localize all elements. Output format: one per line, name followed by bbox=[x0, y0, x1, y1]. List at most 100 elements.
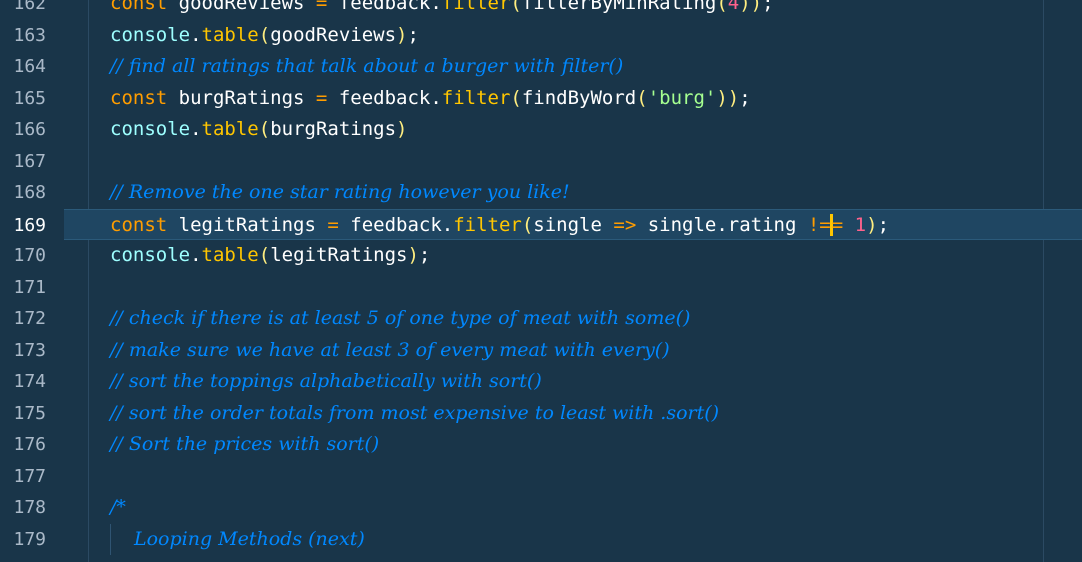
code-line[interactable]: 173 // make sure we have at least 3 of ev… bbox=[0, 335, 1082, 367]
code-line[interactable]: 164 // find all ratings that talk about a… bbox=[0, 51, 1082, 83]
code-text[interactable]: // make sure we have at least 3 of every… bbox=[110, 335, 670, 367]
code-text[interactable]: // Sort the prices with sort() bbox=[110, 429, 379, 461]
block-indent-guide bbox=[110, 523, 111, 555]
code-token: ( bbox=[521, 213, 534, 236]
code-token: filterByMinRating bbox=[521, 0, 717, 14]
code-token: /* bbox=[110, 496, 126, 518]
code-token: ) bbox=[407, 244, 419, 266]
code-token: . bbox=[190, 118, 202, 140]
code-token: ( bbox=[510, 86, 522, 109]
code-token: ( bbox=[258, 118, 271, 140]
code-token: table bbox=[201, 118, 259, 140]
code-token: // make sure we have at least 3 of every… bbox=[110, 338, 670, 361]
code-token: ( bbox=[636, 86, 648, 109]
code-token: const bbox=[110, 0, 168, 14]
line-number: 171 bbox=[13, 276, 46, 298]
code-line[interactable]: 165 const burgRatings = feedback.filter(f… bbox=[0, 83, 1082, 115]
code-line[interactable]: 166 console.table(burgRatings) bbox=[0, 114, 1082, 146]
code-token: . bbox=[190, 23, 202, 46]
line-number: 170 bbox=[13, 245, 46, 266]
code-token: feedback. bbox=[327, 86, 442, 109]
code-line[interactable]: 177 bbox=[0, 461, 1082, 493]
code-token: // Remove the one star rating however yo… bbox=[110, 181, 570, 203]
code-text[interactable]: /* bbox=[110, 492, 126, 524]
code-token: filter bbox=[441, 0, 511, 14]
code-token: ( bbox=[510, 0, 522, 14]
line-number: 165 bbox=[13, 87, 46, 109]
code-text[interactable]: // sort the order totals from most expen… bbox=[110, 398, 719, 430]
code-token: ; bbox=[762, 0, 774, 14]
code-token: // check if there is at least 5 of one t… bbox=[110, 307, 691, 329]
line-number: 172 bbox=[13, 308, 46, 329]
code-line[interactable]: 172 // check if there is at least 5 of on… bbox=[0, 303, 1082, 335]
code-text[interactable]: // sort the toppings alphabetically with… bbox=[110, 366, 542, 398]
code-token: 4 bbox=[727, 0, 740, 14]
code-text[interactable]: const goodReviews = feedback.filter(filt… bbox=[110, 0, 774, 20]
code-line[interactable]: 178 /* bbox=[0, 492, 1082, 524]
code-token: )) bbox=[739, 0, 763, 14]
code-text[interactable]: console.table(legitRatings); bbox=[110, 240, 430, 272]
code-token: single.rating bbox=[636, 213, 808, 236]
code-line[interactable]: 169 const legitRatings = feedback.filter(… bbox=[13, 208, 1082, 242]
code-line[interactable]: 162 const goodReviews = feedback.filter(f… bbox=[0, 0, 1082, 20]
code-line[interactable]: 170 console.table(legitRatings); bbox=[0, 240, 1082, 272]
line-number: 169 bbox=[13, 214, 46, 236]
code-token: ( bbox=[716, 0, 728, 14]
code-token: = bbox=[327, 213, 339, 236]
code-token: ) bbox=[866, 213, 878, 236]
code-text[interactable]: // Remove the one star rating however yo… bbox=[110, 177, 570, 209]
line-number: 167 bbox=[13, 150, 46, 172]
code-token: = bbox=[315, 86, 328, 109]
code-line[interactable]: 174 // sort the toppings alphabetically w… bbox=[0, 366, 1082, 398]
code-token: // Sort the prices with sort() bbox=[110, 433, 380, 455]
code-token: ; bbox=[407, 23, 419, 46]
line-number: 177 bbox=[13, 465, 46, 487]
code-token: = bbox=[831, 213, 844, 236]
code-token: 'burg' bbox=[647, 86, 717, 109]
code-line[interactable]: 179 Looping Methods (next) bbox=[0, 524, 1082, 556]
code-token: Looping Methods (next) bbox=[134, 527, 365, 550]
code-text[interactable]: Looping Methods (next) bbox=[134, 524, 365, 556]
code-token: ; bbox=[418, 244, 431, 266]
code-text[interactable]: const legitRatings = feedback.filter(sin… bbox=[110, 210, 889, 242]
line-number: 176 bbox=[13, 434, 46, 455]
code-line[interactable]: 176 // Sort the prices with sort() bbox=[0, 429, 1082, 461]
code-token: = bbox=[315, 0, 328, 14]
code-line[interactable]: 175 // sort the order totals from most ex… bbox=[0, 398, 1082, 430]
code-line[interactable]: 163 console.table(goodReviews); bbox=[0, 20, 1082, 52]
code-area[interactable]: 162 const goodReviews = feedback.filter(f… bbox=[0, 0, 1082, 562]
code-token: const bbox=[110, 213, 168, 236]
line-number: 180 bbox=[0, 555, 46, 562]
line-number: 173 bbox=[13, 339, 46, 361]
code-token: ) bbox=[396, 23, 408, 46]
code-line[interactable]: 180 */ bbox=[0, 555, 1082, 562]
code-line[interactable]: 168 // Remove the one star rating however… bbox=[0, 177, 1082, 209]
code-line[interactable]: 171 bbox=[0, 272, 1082, 304]
code-token: legitRatings bbox=[270, 244, 408, 266]
code-text[interactable]: // check if there is at least 5 of one t… bbox=[110, 303, 690, 335]
code-token: console bbox=[110, 244, 191, 266]
code-text[interactable]: // find all ratings that talk about a bu… bbox=[110, 51, 623, 83]
code-token: single bbox=[533, 213, 614, 236]
code-token: 1 bbox=[854, 213, 867, 236]
code-token: )) bbox=[716, 86, 740, 109]
code-text[interactable]: console.table(burgRatings) bbox=[110, 114, 407, 146]
code-token: burgRatings bbox=[167, 86, 316, 109]
code-token: findByWord bbox=[521, 86, 637, 109]
code-token: goodReviews bbox=[270, 23, 397, 46]
code-token: console bbox=[110, 23, 191, 46]
code-token: // sort the order totals from most expen… bbox=[110, 401, 720, 424]
code-token: . bbox=[190, 244, 202, 266]
line-number: 174 bbox=[13, 371, 46, 392]
code-line[interactable]: 167 bbox=[0, 146, 1082, 178]
code-editor[interactable]: 162 const goodReviews = feedback.filter(f… bbox=[0, 0, 1082, 562]
code-token: ( bbox=[258, 23, 271, 46]
code-text[interactable]: */ bbox=[110, 555, 126, 562]
code-token: legitRatings bbox=[167, 213, 328, 236]
code-token: feedback. bbox=[338, 213, 454, 236]
line-number: 178 bbox=[13, 497, 46, 518]
code-token: ; bbox=[877, 213, 890, 236]
code-text[interactable]: const burgRatings = feedback.filter(find… bbox=[110, 83, 751, 115]
code-text[interactable]: console.table(goodReviews); bbox=[110, 20, 419, 52]
